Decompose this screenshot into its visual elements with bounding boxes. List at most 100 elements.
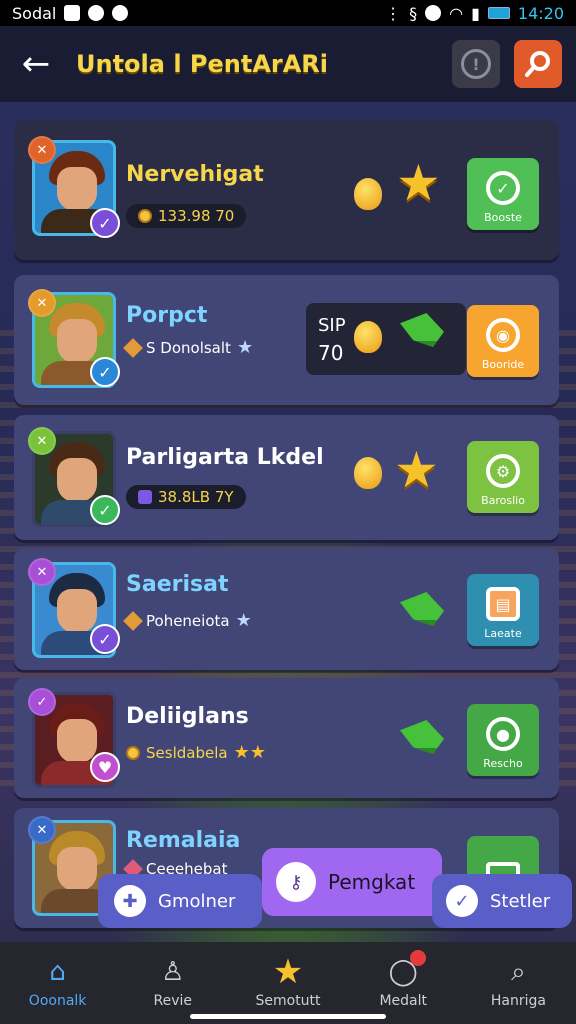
player-name: Deliiglans	[126, 704, 249, 729]
nav-item-home[interactable]: ⌂ Ooonalk	[0, 942, 115, 1024]
home-indicator[interactable]	[190, 1014, 386, 1019]
green-gem-icon	[400, 720, 444, 754]
crossed-swords-icon: ✕	[28, 289, 56, 317]
player-name: Saerisat	[126, 572, 229, 597]
laeate-button[interactable]: ▤ Laeate	[467, 574, 539, 646]
list-item[interactable]: ✕ ✓ Parligarta Lkdel 38.8LB 7Y ★ ⚙ Baros…	[14, 415, 559, 540]
vibrate-icon: ⋮	[385, 3, 402, 23]
home-icon: ⌂	[49, 957, 66, 987]
pemgkat-label: Pemgkat	[328, 870, 416, 894]
gmolner-label: Gmolner	[158, 890, 236, 912]
puzzle-icon: ✚	[114, 885, 146, 917]
trophy-icon	[354, 457, 382, 489]
app-header: ← Untola l PentArARi !	[0, 26, 576, 102]
list-item[interactable]: ✕ ✓ Nervehigat 133.98 70 ★ ✓ Booste	[14, 120, 559, 260]
wifi-icon: ◠	[449, 3, 464, 23]
key-icon: ⚷	[276, 862, 316, 902]
button-label: Laeate	[484, 627, 522, 640]
nav-label: Medalt	[379, 993, 427, 1009]
user-icon: ♙	[161, 957, 185, 987]
check-icon: ✓	[90, 495, 120, 525]
signal-icon: ▮	[471, 3, 480, 23]
check-circle-icon: ✓	[28, 688, 56, 716]
stat-value: Sesldabela	[146, 743, 228, 762]
search-icon: ⌕	[511, 956, 526, 987]
stat-value: 38.8LB 7Y	[158, 488, 234, 506]
star-icon: ★	[394, 441, 439, 499]
player-stat: 38.8LB 7Y	[126, 485, 246, 509]
carrier-label: Sodal	[12, 3, 57, 23]
app-notification-icon	[64, 5, 81, 21]
star-icon: ★	[396, 154, 441, 212]
score-value: 70	[318, 341, 344, 365]
button-label: Booride	[481, 358, 525, 371]
nav-label: Semotutt	[255, 993, 321, 1009]
check-icon: ✓	[90, 208, 120, 238]
player-stat: 133.98 70	[126, 204, 247, 228]
stat-value: S Donolsalt	[146, 338, 231, 357]
gem-icon	[123, 610, 143, 631]
crossed-tools-icon: ✕	[28, 136, 56, 164]
stat-value: Poheneiota	[146, 611, 230, 630]
clock: 14:20	[517, 3, 564, 23]
stat-pill: 38.8LB 7Y	[126, 485, 246, 509]
player-name: Porpct	[126, 303, 208, 328]
button-label: Booste	[484, 211, 522, 224]
rescho-button[interactable]: ● Rescho	[467, 704, 539, 776]
player-name: Nervehigat	[126, 162, 264, 187]
gear-icon: ⚙	[486, 454, 520, 488]
trophy-icon	[354, 178, 382, 210]
heart-icon: ♥	[90, 752, 120, 782]
button-label: Rescho	[483, 757, 523, 770]
pemgkat-button[interactable]: ⚷ Pemgkat	[262, 848, 442, 916]
shield-icon: ✓	[486, 171, 520, 205]
crossed-tools-icon: ✕	[28, 427, 56, 455]
gem-icon	[138, 490, 152, 504]
player-name: Parligarta Lkdel	[126, 445, 324, 470]
nav-item-hanriga[interactable]: ⌕ Hanriga	[461, 942, 576, 1024]
score-label: SIP	[318, 315, 346, 336]
search-icon	[525, 51, 550, 77]
back-arrow-icon[interactable]: ←	[14, 42, 58, 86]
status-bar: Sodal ⋮ § ◠ ▮ 14:20	[0, 0, 576, 26]
gem-icon	[123, 337, 143, 358]
list-item[interactable]: ✕ ✓ Porpct S Donolsalt ★ SIP 70 ◉ Boorid…	[14, 275, 559, 405]
info-button[interactable]: !	[452, 40, 500, 88]
nav-item-medalt[interactable]: ◯ Medalt	[346, 942, 461, 1024]
gmolner-button[interactable]: ✚ Gmolner	[98, 874, 262, 928]
stetler-button[interactable]: ✓ Stetler	[432, 874, 572, 928]
app-notification-icon	[88, 5, 105, 21]
coin-icon	[138, 209, 152, 223]
bottom-nav: ⌂ Ooonalk ♙ Revie ★ Semotutt ◯ Medalt ⌕ …	[0, 942, 576, 1024]
nav-label: Revie	[153, 993, 193, 1009]
crossed-tools-icon: ✕	[28, 558, 56, 586]
shield-notification-icon	[112, 5, 129, 21]
trophy-icon	[354, 321, 382, 353]
player-name: Remalaia	[126, 828, 241, 853]
status-right: ⋮ § ◠ ▮ 14:20	[385, 4, 564, 23]
nav-label: Hanriga	[490, 993, 546, 1009]
star-icon: ★	[272, 952, 304, 992]
nav-item-semotutt[interactable]: ★ Semotutt	[230, 942, 345, 1024]
booste-button[interactable]: ✓ Booste	[467, 158, 539, 230]
alarm-icon	[425, 5, 442, 21]
player-stat: S Donolsalt ★	[123, 337, 254, 358]
nav-item-revie[interactable]: ♙ Revie	[115, 942, 230, 1024]
booride-button[interactable]: ◉ Booride	[467, 305, 539, 377]
player-stat: Sesldabela ★★	[126, 742, 266, 763]
star-icon: ★★	[233, 742, 266, 763]
mute-icon: §	[409, 3, 418, 23]
baroslio-button[interactable]: ⚙ Baroslio	[467, 441, 539, 513]
green-gem-icon	[400, 592, 444, 626]
stetler-label: Stetler	[490, 890, 551, 912]
search-button[interactable]	[514, 40, 562, 88]
stat-value: 133.98 70	[158, 207, 235, 225]
list-item[interactable]: ✕ ✓ Saerisat Poheneiota ★ ▤ Laeate	[14, 548, 559, 670]
star-icon: ★	[235, 610, 252, 631]
list-item[interactable]: ✓ ♥ Deliiglans Sesldabela ★★ ● Rescho	[14, 678, 559, 798]
page-title: Untola l PentArARi	[76, 50, 329, 78]
box-icon: ▤	[486, 587, 520, 621]
star-icon: ★	[236, 337, 254, 358]
check-circle-icon: ✓	[446, 885, 478, 917]
score-box: SIP 70	[306, 303, 466, 375]
